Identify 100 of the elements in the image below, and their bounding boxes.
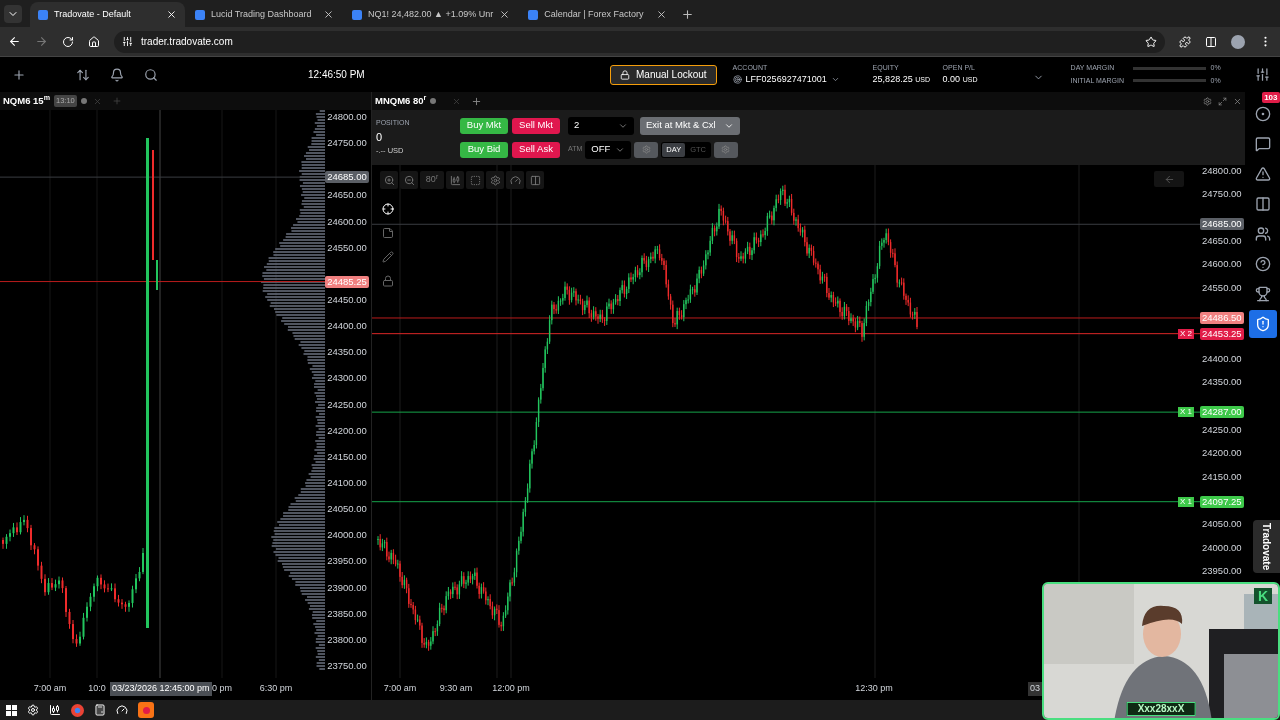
sell-button[interactable]: Sell Ask [512, 141, 560, 158]
add-icon[interactable] [471, 95, 483, 107]
favicon-icon [195, 9, 205, 20]
new-tab-icon[interactable] [681, 8, 695, 21]
shield-icon [1254, 316, 1271, 332]
price-label: 24400.00 [327, 320, 367, 333]
time-label: 9:30 am [439, 682, 473, 695]
price-label: 24550.00 [327, 241, 367, 254]
browser-tab[interactable]: Calendar | Forex Factory [520, 2, 676, 27]
zoom-in-button[interactable] [380, 171, 398, 189]
target-icon [1254, 106, 1271, 122]
clock-text: 12:46:50 PM [308, 68, 366, 82]
manual-lockout-button[interactable]: Manual Lockout [610, 64, 717, 85]
account-selector[interactable]: LFF0256927471001 [732, 73, 863, 87]
notifications-icon[interactable] [110, 67, 124, 82]
browser-tab[interactable]: Tradovate - Default [30, 2, 185, 27]
users-icon [1254, 226, 1271, 242]
dashed-square-icon [469, 174, 481, 186]
price-label: 24750.00 [1202, 187, 1242, 200]
tab-title: NQ1! 24,482.00 ▲ +1.09% Unr [368, 7, 494, 21]
transfer-icon[interactable] [76, 67, 90, 82]
chart-app-icon[interactable] [49, 704, 61, 716]
axis-button[interactable] [506, 171, 524, 189]
price-marker: 24453.25 [1200, 327, 1244, 340]
zoom-out-button[interactable] [400, 171, 418, 189]
price-label: 24550.00 [1202, 282, 1242, 294]
expand-icon[interactable] [1218, 96, 1227, 106]
search-icon[interactable] [144, 67, 158, 82]
crosshair-icon[interactable] [382, 203, 394, 215]
note-icon[interactable] [382, 227, 394, 239]
price-label: 23950.00 [327, 555, 367, 568]
time-label: 6:30 pm [259, 682, 293, 695]
price-label: 24800.00 [1202, 165, 1242, 177]
target-icon [732, 75, 742, 85]
price-label: 24100.00 [327, 476, 367, 489]
layout-button[interactable] [526, 171, 544, 189]
help-icon [1254, 256, 1271, 272]
add-icon[interactable] [12, 67, 26, 82]
gear-icon [489, 174, 501, 186]
quantity-field[interactable]: 2 [568, 116, 634, 135]
favicon-icon [528, 9, 539, 20]
sidebar-icon[interactable] [1205, 35, 1217, 48]
pencil-icon[interactable] [382, 251, 394, 263]
browser-tab[interactable]: NQ1! 24,482.00 ▲ +1.09% Unr [344, 2, 519, 27]
profile-avatar[interactable] [1231, 34, 1245, 49]
lock-icon[interactable] [382, 275, 394, 287]
price-label: 24350.00 [327, 346, 367, 359]
extensions-icon[interactable] [1179, 35, 1191, 48]
price-marker: 24685.00 [1200, 218, 1244, 231]
select-button[interactable] [466, 171, 484, 189]
favicon-icon [38, 9, 48, 20]
close-icon[interactable] [323, 9, 334, 20]
settings-icon [721, 145, 731, 154]
home-icon[interactable] [88, 35, 100, 48]
price-marker: 24685.00 [325, 171, 369, 184]
close-icon[interactable] [166, 9, 177, 20]
exit-button[interactable]: Exit at Mkt & Cxl [640, 116, 740, 135]
gauge-icon[interactable] [116, 704, 128, 716]
calculator-icon[interactable] [94, 704, 106, 716]
address-field[interactable]: trader.tradovate.com [114, 30, 1165, 53]
atm-select[interactable]: OFF [585, 140, 632, 159]
zoom-out-icon [403, 174, 415, 186]
price-label: 23750.00 [327, 659, 367, 672]
sidebar-item[interactable] [1248, 310, 1277, 338]
chart-title[interactable]: MNQM6 80$^{r}$ [375, 93, 427, 109]
close-icon[interactable] [656, 9, 668, 20]
price-marker: 24486.50 [1200, 311, 1244, 324]
price-label: 24800.00 [327, 111, 367, 123]
chat-icon [1254, 136, 1271, 152]
close-icon[interactable] [499, 9, 511, 20]
crosshair-time-label: 03/23/2026 12:45:00 pm [110, 682, 212, 696]
order-tag[interactable]: X 2 [1178, 328, 1194, 339]
settings-button[interactable] [634, 141, 659, 158]
sell-button[interactable]: Sell Mkt [512, 117, 560, 134]
price-label: 24000.00 [327, 529, 367, 542]
time-label: 12:30 pm [855, 682, 893, 695]
price-label: 24600.00 [1202, 258, 1242, 271]
price-marker: 24097.25 [1200, 495, 1244, 508]
back-icon[interactable] [8, 35, 21, 48]
settings-sliders-icon[interactable] [1255, 67, 1270, 82]
vertical-tab[interactable]: Tradovate [1253, 520, 1280, 574]
forward-icon[interactable] [35, 35, 48, 48]
candle-type-button[interactable] [446, 171, 464, 189]
price-label: 24750.00 [327, 137, 367, 150]
price-label: 23800.00 [327, 633, 367, 646]
price-label: 24050.00 [327, 503, 367, 516]
settings-button[interactable] [714, 141, 738, 158]
reload-icon[interactable] [62, 35, 74, 48]
notification-badge: 103 [1262, 92, 1280, 103]
browser-icon[interactable] [71, 703, 84, 717]
settings-button[interactable] [486, 171, 504, 189]
browser-tab[interactable]: Lucid Trading Dashboard [187, 2, 342, 27]
tab-menu-button[interactable] [4, 5, 22, 23]
windows-logo-icon[interactable] [6, 704, 17, 716]
bookmark-icon[interactable] [1145, 35, 1157, 48]
chart-title[interactable]: NQM6 15$^{m}$ [3, 93, 50, 109]
tab-title: Lucid Trading Dashboard [211, 7, 313, 21]
price-label: 24150.00 [327, 450, 367, 463]
time-label: 03 [1028, 682, 1042, 696]
price-label: 24200.00 [327, 424, 367, 437]
